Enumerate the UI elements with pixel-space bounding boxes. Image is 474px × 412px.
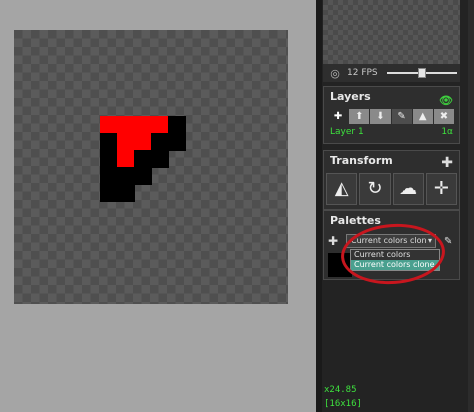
- drawing-canvas[interactable]: [14, 30, 288, 304]
- rotate-icon: ↻: [367, 178, 383, 199]
- sheep-icon: ☁: [399, 178, 418, 199]
- arrow-down-icon: ⬇: [376, 111, 385, 122]
- pixel: [151, 115, 169, 134]
- fps-bar: ◎ 12 FPS: [323, 64, 460, 82]
- layers-title-text: Layers: [330, 90, 371, 103]
- pixel: [99, 132, 118, 151]
- palette-select[interactable]: Current colors clon ▾: [346, 234, 436, 248]
- fps-label: 12 FPS: [347, 68, 378, 78]
- pixel: [168, 115, 187, 134]
- animation-preview: [323, 0, 460, 64]
- flip-button[interactable]: ◭: [326, 173, 358, 205]
- pixel: [168, 132, 187, 151]
- layers-panel: Layers 👁 ✚ ⬆ ⬇ ✎ ▲ ✖ Layer 1 1α: [323, 86, 460, 144]
- layers-title: Layers 👁: [324, 87, 459, 107]
- transform-title: Transform ✚: [324, 151, 459, 171]
- layer-name: Layer 1: [330, 127, 364, 137]
- right-scroll-strip: [468, 0, 474, 412]
- edit-layer-button[interactable]: ✎: [391, 109, 412, 124]
- pixel: [133, 167, 152, 185]
- fps-slider-thumb[interactable]: [418, 68, 426, 78]
- flip-icon: ◭: [334, 178, 349, 199]
- pixel: [133, 132, 152, 151]
- app-root: ◎ 12 FPS Layers 👁 ✚ ⬆ ⬇ ✎ ▲ ✖ Layer 1 1α…: [0, 0, 474, 412]
- transform-add-icon[interactable]: ✚: [441, 153, 453, 173]
- palette-controls: ✚ Current colors clon ▾ ✎: [324, 231, 459, 251]
- palette-dropdown-list: Current colors Current colors clone: [350, 249, 440, 271]
- zoom-level: x24.85: [324, 385, 357, 395]
- pixel: [99, 167, 118, 185]
- close-icon: ✖: [439, 111, 449, 122]
- merge-layer-button[interactable]: ▲: [412, 109, 433, 124]
- move-layer-down-button[interactable]: ⬇: [370, 109, 391, 124]
- pixel: [133, 115, 152, 134]
- arrow-up-icon: ⬆: [355, 111, 364, 122]
- pixel-grid: [14, 30, 288, 304]
- merge-icon: ▲: [418, 111, 427, 122]
- pixel: [151, 149, 169, 168]
- canvas-size: [16x16]: [324, 399, 362, 409]
- palette-option-selected[interactable]: Current colors clone: [351, 260, 439, 270]
- add-palette-icon[interactable]: ✚: [328, 234, 340, 248]
- layer-opacity: 1α: [441, 127, 453, 137]
- drawing-workspace: [0, 0, 316, 412]
- pixel: [116, 167, 135, 185]
- eye-icon[interactable]: 👁: [439, 91, 453, 111]
- layer-item[interactable]: Layer 1 1α: [324, 124, 459, 140]
- pixel: [116, 149, 135, 168]
- chevron-down-icon: ▾: [427, 236, 432, 245]
- palette-select-value: Current colors clon: [351, 236, 427, 245]
- pixel: [116, 184, 135, 203]
- palettes-title-text: Palettes: [330, 214, 381, 227]
- pixel: [99, 115, 118, 134]
- pixel: [116, 115, 135, 134]
- transform-title-text: Transform: [330, 154, 393, 167]
- fps-slider[interactable]: [387, 68, 457, 78]
- delete-layer-button[interactable]: ✖: [433, 109, 455, 124]
- palette-swatch[interactable]: [328, 253, 352, 277]
- onion-skin-icon[interactable]: ◎: [323, 67, 347, 80]
- pixel: [151, 132, 169, 151]
- pixel: [99, 184, 118, 203]
- pixel: [116, 132, 135, 151]
- panel-divider: [316, 0, 322, 412]
- move-layer-up-button[interactable]: ⬆: [349, 109, 370, 124]
- center-button[interactable]: ✛: [425, 173, 457, 205]
- edit-palette-icon[interactable]: ✎: [444, 236, 452, 247]
- align-center-icon: ✛: [433, 178, 449, 199]
- pencil-icon: ✎: [397, 111, 406, 122]
- transform-toolbar: ◭ ↻ ☁ ✛: [326, 173, 459, 205]
- rotate-button[interactable]: ↻: [359, 173, 391, 205]
- transform-panel: Transform ✚ ◭ ↻ ☁ ✛: [323, 150, 460, 210]
- pixel: [99, 149, 118, 168]
- add-layer-button[interactable]: ✚: [328, 109, 349, 124]
- palettes-title: Palettes: [324, 211, 459, 231]
- clone-button[interactable]: ☁: [392, 173, 424, 205]
- layer-toolbar: ✚ ⬆ ⬇ ✎ ▲ ✖: [328, 109, 455, 124]
- palette-option[interactable]: Current colors: [351, 250, 439, 260]
- pixel: [133, 149, 152, 168]
- plus-icon: ✚: [333, 111, 343, 122]
